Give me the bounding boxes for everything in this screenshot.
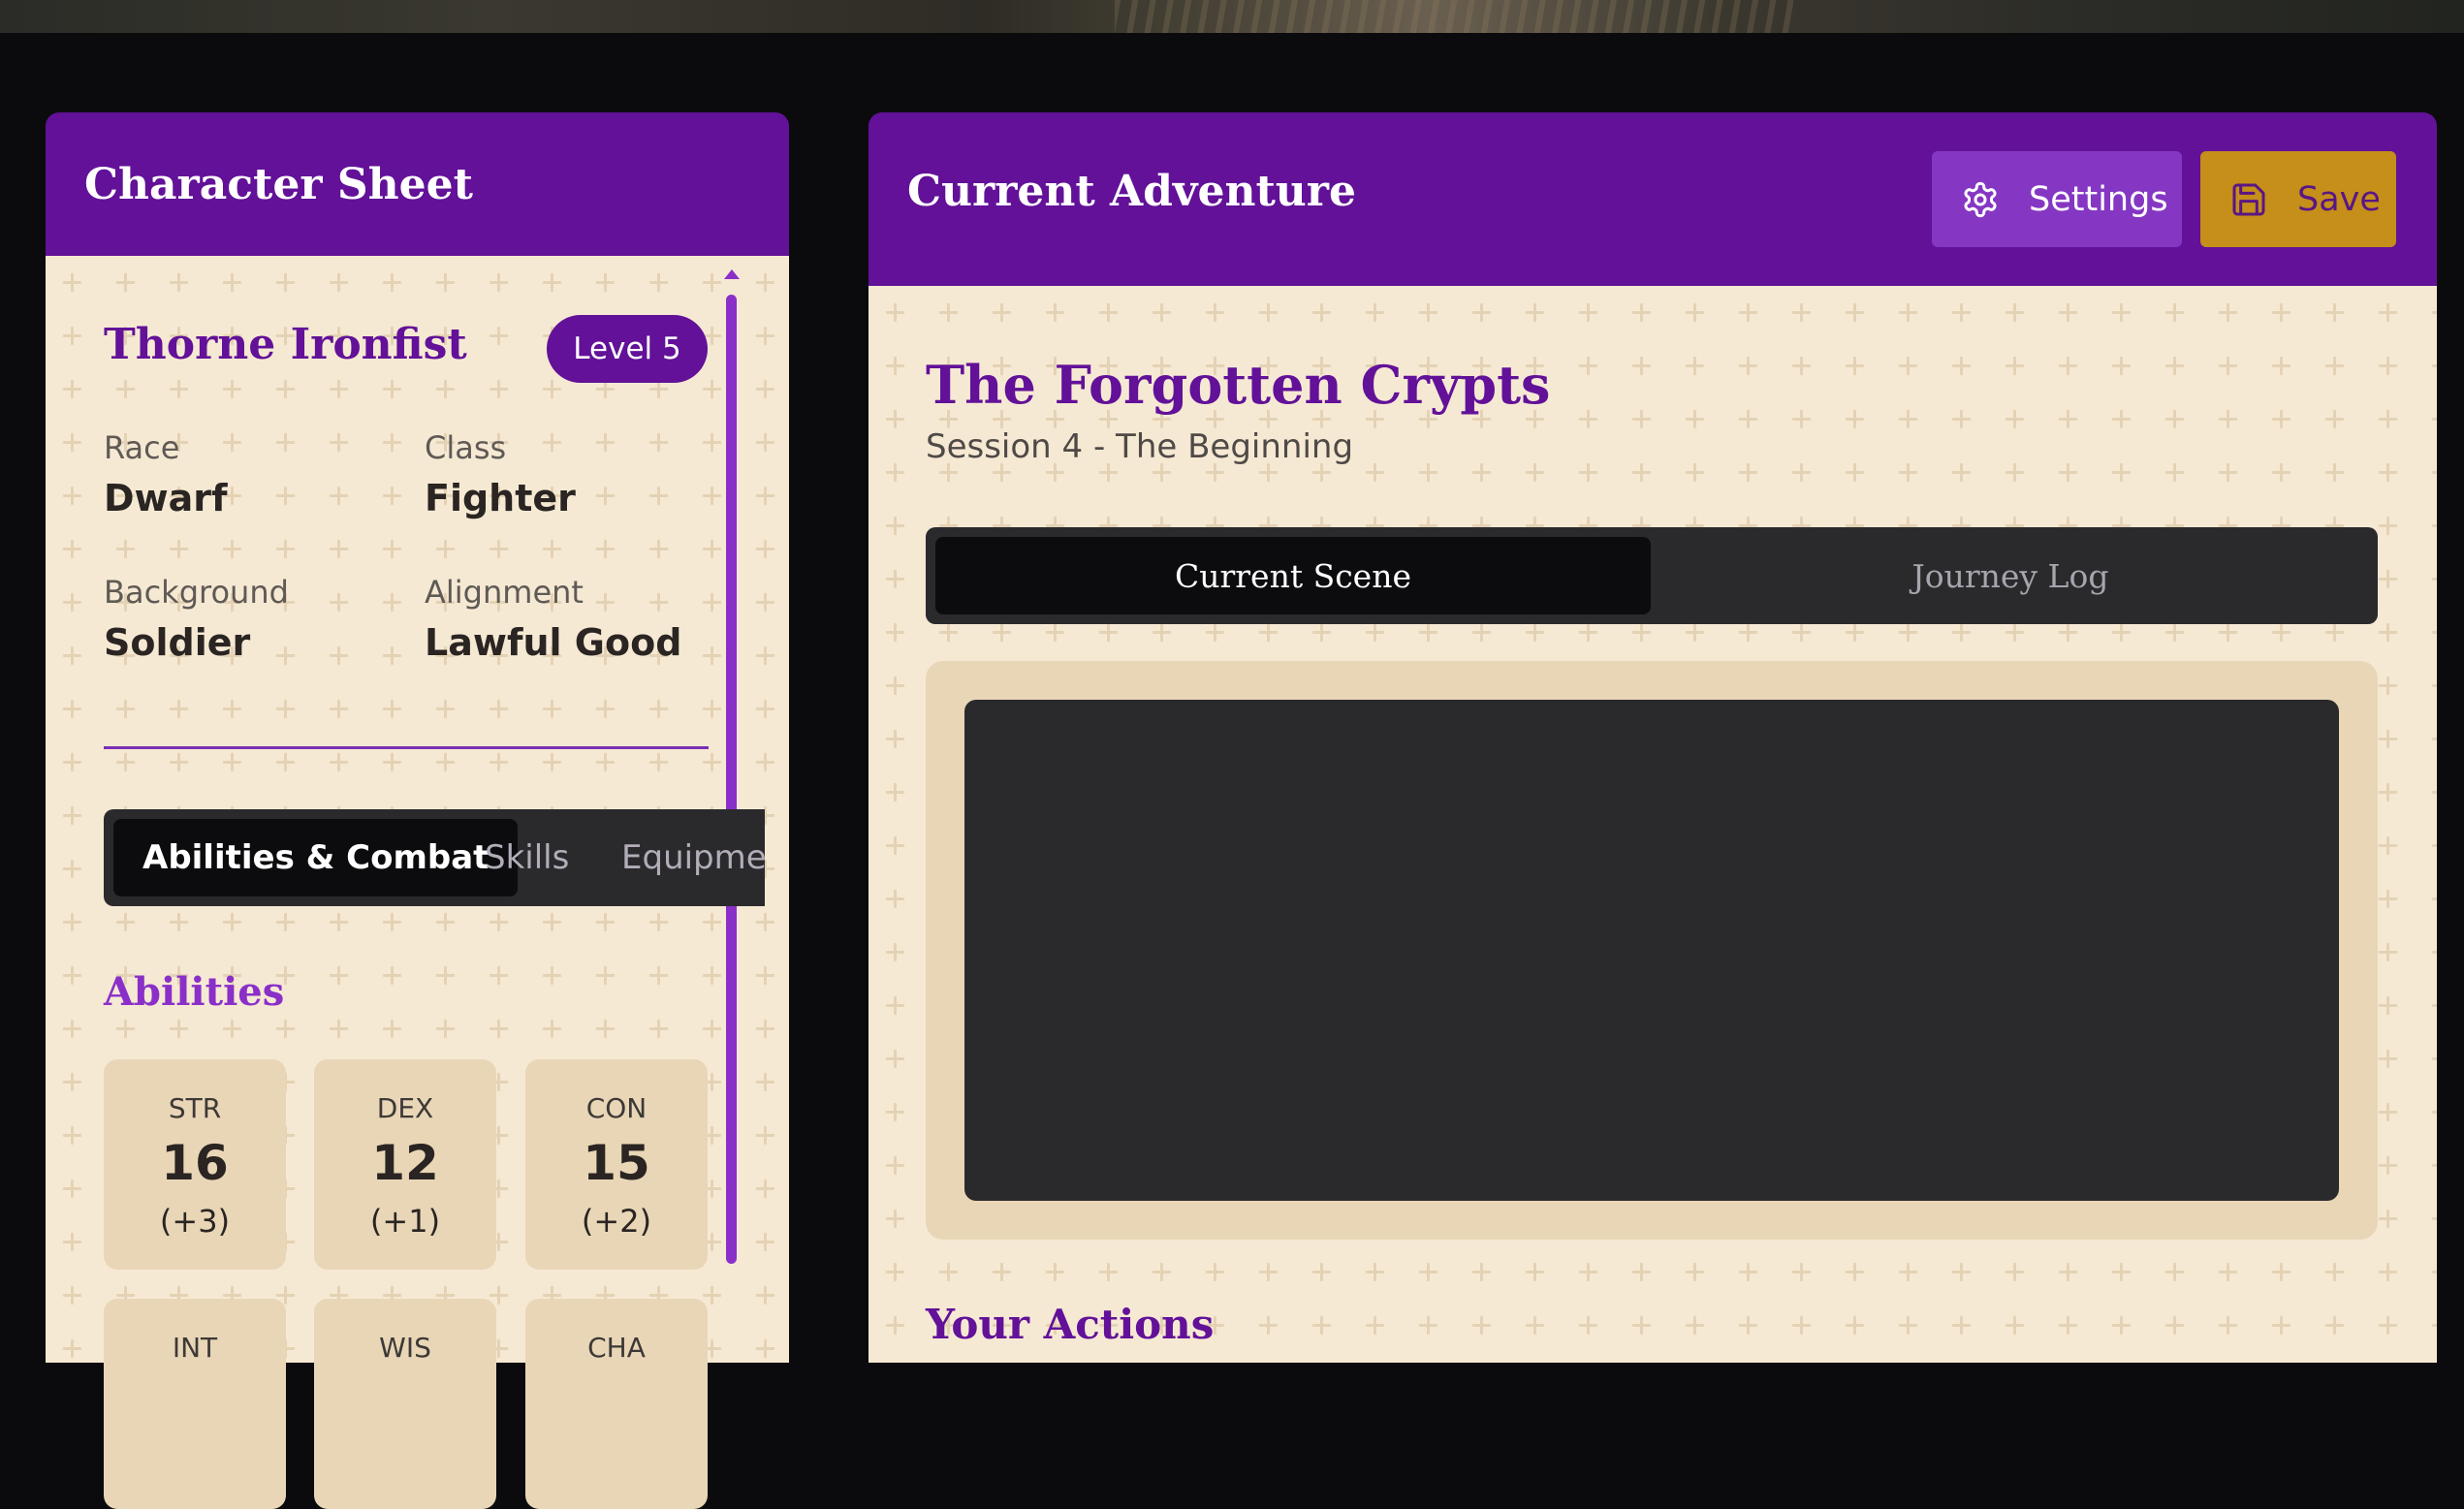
adventure-panel-title: Current Adventure bbox=[907, 167, 1356, 216]
race-value: Dwarf bbox=[104, 477, 228, 519]
ability-abbr: INT bbox=[172, 1332, 218, 1364]
ability-card-dex: DEX 12 (+1) bbox=[314, 1059, 496, 1270]
settings-button[interactable]: Settings bbox=[1932, 151, 2182, 247]
race-label: Race bbox=[104, 429, 180, 466]
ability-card-str: STR 16 (+3) bbox=[104, 1059, 286, 1270]
ability-abbr: WIS bbox=[379, 1332, 431, 1364]
ability-card-con: CON 15 (+2) bbox=[525, 1059, 708, 1270]
header-background-image bbox=[0, 0, 2464, 33]
session-subtitle: Session 4 - The Beginning bbox=[926, 427, 1354, 466]
tab-journey-log[interactable]: Journey Log bbox=[1653, 537, 2368, 614]
adventure-tabs: Current Scene Journey Log bbox=[926, 527, 2378, 624]
character-name: Thorne Ironfist bbox=[104, 320, 467, 369]
ability-card-cha: CHA bbox=[525, 1299, 708, 1509]
save-icon bbox=[2229, 180, 2268, 219]
ability-score: 12 bbox=[371, 1135, 439, 1191]
class-label: Class bbox=[425, 429, 507, 466]
ability-modifier: (+3) bbox=[159, 1203, 231, 1240]
settings-label: Settings bbox=[2029, 179, 2168, 219]
save-button[interactable]: Save bbox=[2200, 151, 2396, 247]
ability-modifier: (+2) bbox=[581, 1203, 652, 1240]
your-actions-heading: Your Actions bbox=[926, 1301, 1215, 1348]
adventure-header: Current Adventure Settings Save bbox=[869, 112, 2437, 286]
ability-abbr: CHA bbox=[587, 1332, 646, 1364]
ability-abbr: STR bbox=[168, 1092, 222, 1124]
ability-abbr: CON bbox=[585, 1092, 648, 1124]
ability-card-int: INT bbox=[104, 1299, 286, 1509]
tab-current-scene[interactable]: Current Scene bbox=[935, 537, 1651, 614]
abilities-heading: Abilities bbox=[104, 969, 285, 1015]
adventure-body: The Forgotten Crypts Session 4 - The Beg… bbox=[869, 286, 2437, 1363]
ability-score: 16 bbox=[161, 1135, 229, 1191]
character-tabs: Abilities & Combat Skills Equipmen bbox=[104, 809, 765, 906]
adventure-title: The Forgotten Crypts bbox=[926, 354, 1551, 416]
tab-abilities-combat[interactable]: Abilities & Combat bbox=[113, 819, 519, 896]
alignment-label: Alignment bbox=[425, 574, 584, 611]
scroll-up-arrow[interactable] bbox=[724, 269, 740, 279]
level-badge: Level 5 bbox=[547, 315, 708, 383]
character-sheet-title: Character Sheet bbox=[84, 159, 473, 209]
scrollbar-thumb[interactable] bbox=[726, 295, 737, 1264]
alignment-value: Lawful Good bbox=[425, 621, 682, 664]
ability-modifier: (+1) bbox=[369, 1203, 441, 1240]
background-value: Soldier bbox=[104, 621, 251, 664]
class-value: Fighter bbox=[425, 477, 576, 519]
adventure-panel: Current Adventure Settings Save The Forg… bbox=[869, 112, 2437, 1363]
section-divider bbox=[104, 746, 709, 749]
scene-frame bbox=[926, 661, 2378, 1240]
ability-score: 15 bbox=[583, 1135, 650, 1191]
ability-abbr: DEX bbox=[376, 1092, 434, 1124]
character-sheet-header: Character Sheet bbox=[46, 112, 789, 256]
scene-display bbox=[964, 700, 2339, 1201]
save-label: Save bbox=[2297, 179, 2381, 219]
tab-skills[interactable]: Skills bbox=[485, 819, 569, 896]
ability-card-wis: WIS bbox=[314, 1299, 496, 1509]
tab-equipment[interactable]: Equipmen bbox=[621, 819, 765, 896]
background-label: Background bbox=[104, 574, 289, 611]
gear-icon bbox=[1961, 180, 2000, 219]
